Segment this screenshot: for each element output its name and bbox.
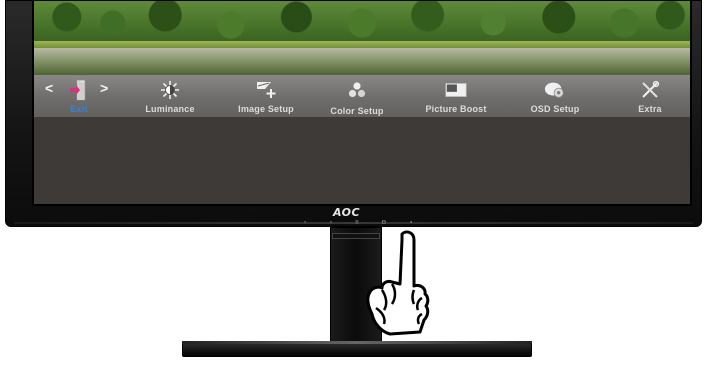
- stand-base-highlight: [182, 341, 532, 344]
- monitor-screen: < > Exit Luminance Image Setup Color Set…: [32, 1, 692, 206]
- osd-label-extra: Extra: [638, 104, 662, 114]
- exit-icon: [68, 79, 90, 101]
- landscape-photo: [34, 1, 690, 75]
- osd-item-luminance[interactable]: Luminance: [125, 75, 215, 117]
- monitor-bezel: < > Exit Luminance Image Setup Color Set…: [5, 0, 702, 227]
- lake: [34, 48, 690, 75]
- picture-boost-icon: [445, 80, 467, 100]
- nav-left-arrow[interactable]: <: [45, 81, 53, 95]
- osd-item-osd-setup[interactable]: OSD Setup: [510, 75, 600, 117]
- pointing-hand-icon: [366, 230, 430, 336]
- osd-submenu-panel: [34, 117, 690, 204]
- osd-label-color-setup: Color Setup: [330, 106, 384, 116]
- osd-label-picture-boost: Picture Boost: [425, 104, 487, 114]
- aoc-logo: AOC: [333, 206, 361, 219]
- nav-right-arrow[interactable]: >: [100, 81, 108, 95]
- trees: [34, 1, 690, 41]
- osd-label-osd-setup: OSD Setup: [530, 104, 580, 114]
- osd-label-exit: Exit: [70, 104, 88, 114]
- bezel-shine: [14, 222, 693, 224]
- osd-item-color-setup[interactable]: Color Setup: [312, 75, 402, 117]
- osd-menu-bar: < > Exit Luminance Image Setup Color Set…: [34, 75, 690, 118]
- osd-label-image-setup: Image Setup: [238, 104, 294, 114]
- osd-setup-icon: [544, 80, 566, 100]
- luminance-icon: [159, 80, 181, 100]
- osd-label-luminance: Luminance: [145, 104, 195, 114]
- osd-item-extra[interactable]: Extra: [605, 75, 690, 117]
- image-setup-icon: [255, 80, 277, 100]
- color-setup-icon: [346, 80, 368, 100]
- osd-item-image-setup[interactable]: Image Setup: [221, 75, 311, 117]
- extra-icon: [639, 80, 661, 100]
- osd-item-exit[interactable]: < > Exit: [34, 75, 124, 117]
- osd-item-picture-boost[interactable]: Picture Boost: [411, 75, 501, 117]
